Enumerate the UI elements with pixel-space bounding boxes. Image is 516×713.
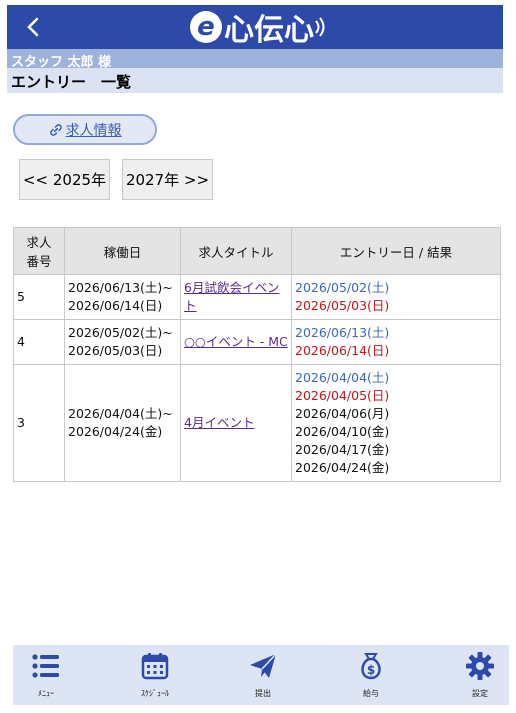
job-title-link[interactable]: 6月試飲会イベント (184, 280, 279, 313)
money-bag-icon: $ (361, 653, 381, 680)
entry-dates: 2026/05/02(土) 2026/05/03(日) (291, 274, 501, 320)
entry-date: 2026/04/05(日) (295, 388, 390, 403)
work-date-start: 2026/06/13(土)~ (68, 280, 173, 295)
work-dates: 2026/06/13(土)~ 2026/06/14(日) (64, 274, 181, 320)
job-title-link[interactable]: ○○イベント - MC (184, 334, 288, 349)
job-number: 3 (13, 364, 65, 482)
job-info-button[interactable]: 求人情報 (13, 114, 157, 145)
nav-label-settings: 設定 (472, 689, 488, 698)
calendar-icon (141, 653, 169, 680)
job-number: 5 (13, 274, 65, 320)
work-date-start: 2026/05/02(土)~ (68, 325, 173, 340)
logo-text: 心伝心 (224, 13, 314, 48)
work-date-start: 2026/04/04(土)~ (68, 406, 173, 421)
entry-date: 2026/05/03(日) (295, 298, 390, 313)
header-entry-result: エントリー日 / 結果 (291, 227, 501, 275)
nav-label-submit: 提出 (255, 689, 271, 698)
staff-bar: スタッフ 太郎 様 (7, 49, 503, 70)
logo-waves-icon (315, 17, 325, 37)
app-header: e 心伝心 (7, 5, 503, 49)
job-title-cell: ○○イベント - MC (180, 319, 292, 365)
entry-date: 2026/06/14(日) (295, 343, 390, 358)
entry-date: 2026/04/06(月) (295, 406, 390, 421)
menu-icon (32, 654, 59, 678)
header-job-title: 求人タイトル (180, 227, 292, 275)
chevron-left-icon[interactable] (21, 13, 45, 41)
bottom-nav: ﾒﾆｭｰ ｽｹｼﾞｭｰﾙ 提出 $ 給与 設定 (13, 645, 509, 705)
entry-date: 2026/04/24(金) (295, 460, 390, 475)
table-row: 3 2026/04/04(土)~ 2026/04/24(金) 4月イベント 20… (13, 364, 501, 482)
title-bar: エントリー 一覧 (7, 68, 503, 93)
entry-date: 2026/04/04(土) (295, 370, 390, 385)
nav-item-schedule[interactable]: ｽｹｼﾞｭｰﾙ (125, 645, 185, 705)
header-job-number-line2: 番号 (26, 254, 52, 269)
header-work-dates: 稼働日 (64, 227, 181, 275)
gear-icon (466, 652, 494, 680)
entry-dates: 2026/06/13(土) 2026/06/14(日) (291, 319, 501, 365)
work-date-end: 2026/04/24(金) (68, 424, 163, 439)
work-dates: 2026/04/04(土)~ 2026/04/24(金) (64, 364, 181, 482)
next-year-button[interactable]: 2027年 >> (122, 159, 213, 200)
entry-date: 2026/06/13(土) (295, 325, 390, 340)
page-title: エントリー 一覧 (11, 73, 132, 91)
nav-item-salary[interactable]: $ 給与 (341, 645, 401, 705)
nav-label-salary: 給与 (363, 689, 379, 698)
entry-dates: 2026/04/04(土) 2026/04/05(日) 2026/04/06(月… (291, 364, 501, 482)
header-job-number: 求人 番号 (13, 227, 65, 275)
link-icon (49, 123, 62, 136)
work-date-end: 2026/06/14(日) (68, 298, 163, 313)
table-row: 5 2026/06/13(土)~ 2026/06/14(日) 6月試飲会イベント… (13, 274, 501, 320)
job-title-cell: 4月イベント (180, 364, 292, 482)
job-title-link[interactable]: 4月イベント (184, 415, 254, 430)
nav-item-menu[interactable]: ﾒﾆｭｰ (16, 645, 76, 705)
entry-date: 2026/04/17(金) (295, 442, 390, 457)
nav-label-schedule: ｽｹｼﾞｭｰﾙ (141, 689, 169, 698)
header-job-number-line1: 求人 (26, 235, 52, 250)
app-logo: e 心伝心 (190, 9, 328, 48)
table-row: 4 2026/05/02(土)~ 2026/05/03(日) ○○イベント - … (13, 319, 501, 365)
job-info-label: 求人情報 (65, 122, 122, 139)
entry-date: 2026/04/10(金) (295, 424, 390, 439)
nav-item-settings[interactable]: 設定 (450, 645, 510, 705)
table-header-row: 求人 番号 稼働日 求人タイトル エントリー日 / 結果 (13, 227, 501, 275)
work-date-end: 2026/05/03(日) (68, 343, 163, 358)
svg-text:$: $ (367, 663, 375, 677)
nav-label-menu: ﾒﾆｭｰ (38, 689, 54, 698)
prev-year-button[interactable]: << 2025年 (19, 159, 110, 200)
nav-item-submit[interactable]: 提出 (233, 645, 293, 705)
work-dates: 2026/05/02(土)~ 2026/05/03(日) (64, 319, 181, 365)
job-title-cell: 6月試飲会イベント (180, 274, 292, 320)
paper-plane-icon (250, 653, 277, 678)
logo-e-mark: e (190, 11, 222, 43)
entry-table: 求人 番号 稼働日 求人タイトル エントリー日 / 結果 5 2026/06/1… (13, 227, 501, 482)
job-number: 4 (13, 319, 65, 365)
entry-date: 2026/05/02(土) (295, 280, 390, 295)
